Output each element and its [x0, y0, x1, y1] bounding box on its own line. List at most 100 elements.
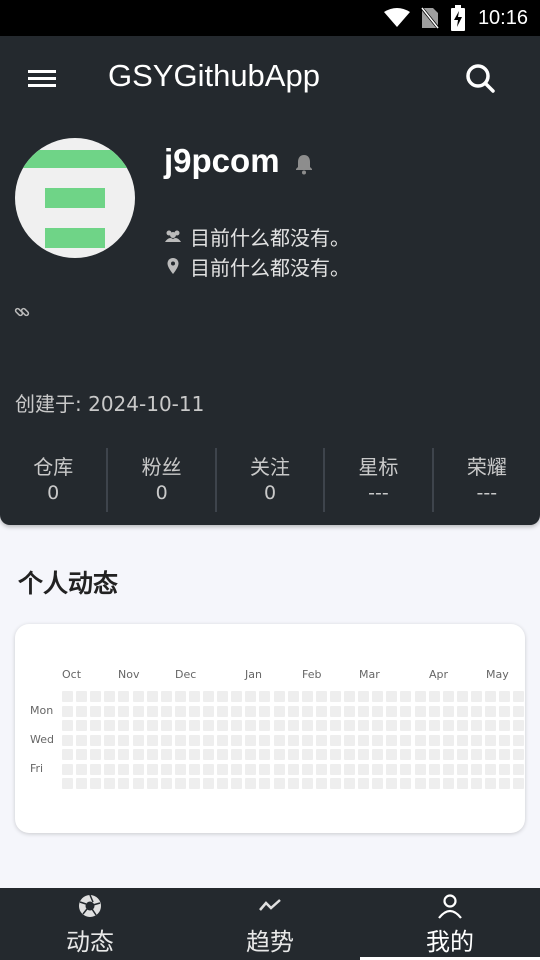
group-icon [165, 230, 181, 242]
contribution-cell [513, 720, 525, 731]
contribution-cell [329, 749, 341, 760]
contribution-cell [104, 763, 116, 775]
link-icon[interactable] [14, 304, 30, 320]
month-label: Apr [429, 668, 449, 681]
contribution-cell [386, 763, 398, 775]
contribution-cell [217, 691, 229, 702]
location-pin-icon [167, 258, 179, 274]
contribution-cell [414, 734, 426, 746]
stat-following[interactable]: 关注 0 [217, 448, 326, 512]
contribution-cell [76, 734, 88, 746]
month-label: Mar [359, 668, 380, 681]
app-bar: GSYGithubApp [0, 36, 540, 120]
contribution-cell [217, 705, 229, 717]
contribution-cell [231, 720, 243, 731]
contribution-cell [132, 749, 144, 760]
contribution-cell [259, 691, 271, 702]
search-icon[interactable] [462, 60, 498, 96]
menu-icon[interactable] [24, 64, 60, 92]
contribution-cell [386, 720, 398, 731]
contribution-cell [132, 734, 144, 746]
contribution-cell [259, 720, 271, 731]
stat-label: 粉丝 [141, 455, 182, 479]
location-text: 目前什么都没有。 [190, 255, 350, 280]
contribution-cell [90, 778, 102, 789]
contribution-cell [456, 778, 468, 789]
nav-label: 我的 [426, 928, 474, 956]
stat-followers[interactable]: 粉丝 0 [108, 448, 217, 512]
contribution-cell [301, 720, 313, 731]
contribution-cell [499, 691, 511, 702]
contribution-cell [287, 749, 299, 760]
contribution-cell [245, 763, 257, 775]
status-icons: 10:16 [383, 0, 528, 36]
stat-stars[interactable]: 星标 --- [325, 448, 434, 512]
nav-tab-trend[interactable]: 趋势 [180, 888, 360, 960]
contribution-cell [188, 691, 200, 702]
contribution-cell [90, 720, 102, 731]
contribution-cell [344, 778, 355, 789]
contribution-cell [344, 734, 355, 746]
contribution-cell [372, 778, 384, 789]
contribution-cell [315, 720, 327, 731]
contribution-cell [160, 691, 172, 702]
month-label: Feb [302, 668, 322, 681]
contribution-cell [358, 705, 370, 717]
org-text: 目前什么都没有。 [190, 225, 350, 250]
contribution-cell [76, 749, 88, 760]
contribution-cell [62, 691, 73, 702]
contribution-cell [329, 734, 341, 746]
contribution-cell [273, 749, 285, 760]
avatar[interactable] [15, 138, 135, 258]
contribution-cell [442, 705, 454, 717]
contribution-cell [442, 778, 454, 789]
contribution-cell [104, 720, 116, 731]
contribution-cell [386, 749, 398, 760]
contribution-cell [231, 691, 243, 702]
contribution-cell [217, 778, 229, 789]
contribution-cell [104, 749, 116, 760]
contribution-cell [358, 749, 370, 760]
contribution-cell [344, 691, 355, 702]
contribution-cell [245, 691, 257, 702]
contribution-cell [499, 763, 511, 775]
contribution-cell [400, 778, 412, 789]
notification-bell-icon[interactable] [292, 152, 316, 176]
contribution-cell [456, 705, 468, 717]
contribution-cell [245, 705, 257, 717]
nav-tab-events[interactable]: 动态 [0, 888, 180, 960]
contribution-cell [315, 778, 327, 789]
contribution-cell [231, 734, 243, 746]
contribution-cell [203, 691, 214, 702]
contribution-cell [259, 705, 271, 717]
contribution-cell [203, 734, 214, 746]
contribution-cell [273, 763, 285, 775]
contribution-cell [400, 734, 412, 746]
aperture-icon [79, 894, 101, 917]
contribution-cell [188, 763, 200, 775]
contribution-cell [358, 734, 370, 746]
contribution-cell [203, 749, 214, 760]
contribution-cell [499, 749, 511, 760]
contribution-cell [470, 691, 482, 702]
stat-honors[interactable]: 荣耀 --- [434, 448, 540, 512]
contribution-cell [174, 778, 186, 789]
location-line: 目前什么都没有。 [164, 252, 350, 280]
contribution-cell [217, 763, 229, 775]
contribution-cell [499, 778, 511, 789]
contribution-cell [513, 778, 525, 789]
contribution-cell [146, 763, 158, 775]
contribution-cell [160, 705, 172, 717]
nav-label: 动态 [66, 928, 114, 956]
contribution-cell [146, 734, 158, 746]
nav-tab-mine[interactable]: 我的 [360, 888, 540, 960]
month-label: Dec [175, 668, 197, 681]
month-label: Oct [62, 668, 82, 681]
contribution-cell [76, 763, 88, 775]
contribution-cell [203, 720, 214, 731]
contribution-cell [160, 720, 172, 731]
contribution-cell [315, 749, 327, 760]
username: j9pcom [164, 142, 280, 179]
stat-repos[interactable]: 仓库 0 [0, 448, 109, 512]
contribution-cell [90, 763, 102, 775]
